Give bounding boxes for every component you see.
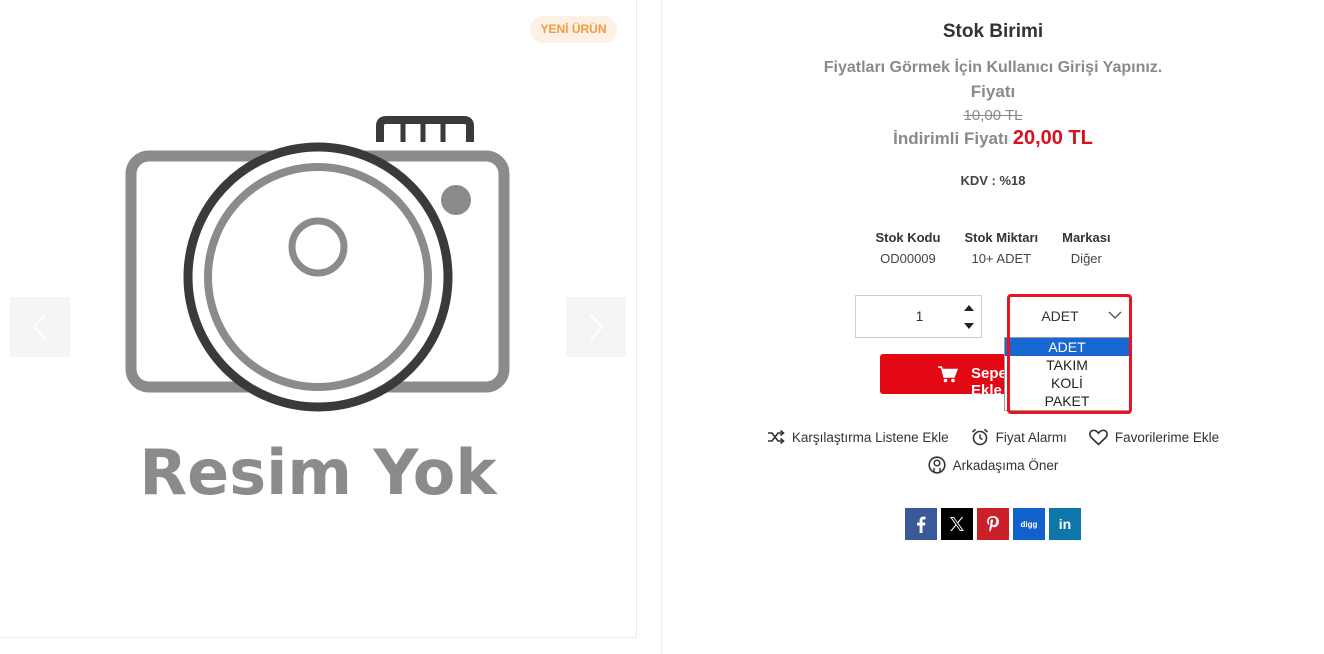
- recommend-friend-label: Arkadaşıma Öner: [952, 457, 1059, 473]
- new-product-badge: YENİ ÜRÜN: [530, 16, 617, 43]
- favorites-label: Favorilerime Ekle: [1114, 429, 1220, 445]
- product-actions-secondary: Arkadaşıma Öner: [662, 456, 1324, 474]
- spec-value: 10+ ADET: [971, 251, 1032, 266]
- quantity-increment-button[interactable]: [963, 303, 975, 313]
- unit-option[interactable]: PAKET: [1005, 392, 1129, 410]
- spec-stock-code: Stok Kodu OD00009: [875, 230, 940, 266]
- quantity-decrement-button[interactable]: [963, 321, 975, 331]
- price-alarm-label: Fiyat Alarmı: [995, 429, 1067, 445]
- linkedin-share-button[interactable]: in: [1049, 508, 1081, 540]
- x-share-button[interactable]: [941, 508, 973, 540]
- no-image-placeholder: Resim Yok: [125, 116, 510, 509]
- spec-value: OD00009: [880, 251, 936, 266]
- gallery-next-button[interactable]: [566, 297, 626, 357]
- gallery-prev-button[interactable]: [10, 297, 70, 357]
- x-icon: [950, 517, 964, 531]
- no-image-caption: Resim Yok: [139, 436, 498, 509]
- facebook-icon: [917, 516, 926, 533]
- product-actions: Karşılaştırma Listene Ekle Fiyat Alarmı …: [662, 428, 1324, 446]
- kdv-rate: KDV : %18: [960, 173, 1026, 188]
- caret-up-icon: [964, 305, 974, 311]
- spec-label: Markası: [1062, 230, 1111, 245]
- product-gallery: YENİ ÜRÜN Resim Yok: [0, 0, 637, 638]
- spec-value: Diğer: [1070, 251, 1102, 266]
- price-label: Fiyatı: [970, 82, 1016, 101]
- caret-down-icon: [964, 323, 974, 329]
- chevron-right-icon: [589, 313, 604, 341]
- spec-brand: Markası Diğer: [1062, 230, 1110, 266]
- favorites-link[interactable]: Favorilerime Ekle: [1089, 428, 1219, 446]
- discount-price: 20,00 TL: [1012, 127, 1093, 149]
- unit-dropdown-list[interactable]: ADET TAKIM KOLİ PAKET: [1004, 337, 1130, 411]
- cart-icon: [938, 366, 958, 383]
- spec-label: Stok Miktarı: [964, 230, 1039, 245]
- unit-option[interactable]: ADET: [1005, 338, 1129, 356]
- product-info: Stok Birimi Fiyatları Görmek İçin Kullan…: [662, 0, 1324, 654]
- product-specs: Stok Kodu OD00009 Stok Miktarı 10+ ADET …: [662, 230, 1324, 266]
- compare-link[interactable]: Karşılaştırma Listene Ekle: [767, 428, 949, 446]
- quantity-stepper[interactable]: 1: [855, 295, 982, 338]
- add-to-cart-button[interactable]: Sepete Ekle: [880, 354, 1010, 394]
- price-alarm-link[interactable]: Fiyat Alarmı: [971, 428, 1067, 446]
- linkedin-icon: in: [1058, 516, 1072, 532]
- old-price: 10,00 TL: [963, 107, 1023, 124]
- spec-stock-amount: Stok Miktarı 10+ ADET: [964, 230, 1038, 266]
- spec-label: Stok Kodu: [875, 230, 941, 245]
- discount-price-row: İndirimli Fiyatı 20,00 TL: [662, 127, 1324, 150]
- digg-share-button[interactable]: digg: [1013, 508, 1045, 540]
- product-page: YENİ ÜRÜN Resim Yok Stok Birimi Fiyatlar…: [0, 0, 1324, 654]
- login-note: Fiyatları Görmek İçin Kullanıcı Girişi Y…: [823, 59, 1163, 76]
- digg-icon: digg: [1020, 519, 1038, 529]
- pinterest-icon: [987, 516, 999, 532]
- user-circle-icon: [927, 456, 946, 474]
- compare-label: Karşılaştırma Listene Ekle: [791, 429, 949, 445]
- heart-icon: [1089, 429, 1108, 446]
- recommend-friend-link[interactable]: Arkadaşıma Öner: [927, 456, 1059, 474]
- alarm-clock-icon: [971, 428, 988, 446]
- unit-option[interactable]: KOLİ: [1005, 374, 1129, 392]
- product-title: Stok Birimi: [942, 21, 1044, 42]
- chevron-left-icon: [32, 313, 47, 341]
- unit-select[interactable]: ADET: [1008, 295, 1130, 338]
- discount-label: İndirimli Fiyatı: [893, 129, 1009, 148]
- unit-option[interactable]: TAKIM: [1005, 356, 1129, 374]
- social-share-bar: digg in: [905, 508, 1081, 540]
- pinterest-share-button[interactable]: [977, 508, 1009, 540]
- shuffle-icon: [767, 430, 785, 444]
- chevron-down-icon: [1108, 311, 1122, 319]
- facebook-share-button[interactable]: [905, 508, 937, 540]
